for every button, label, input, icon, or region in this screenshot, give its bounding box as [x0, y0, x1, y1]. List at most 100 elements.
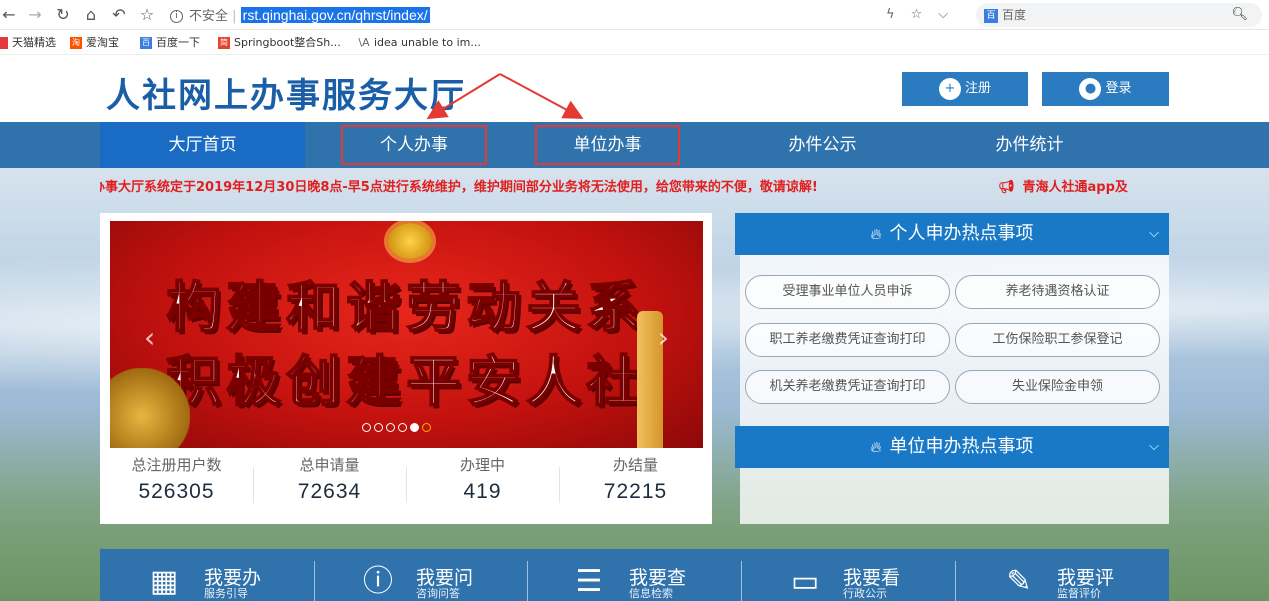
home-icon[interactable]: ⌂ [80, 4, 102, 26]
stat-total-applications: 总申请量 72634 [253, 453, 406, 513]
info-icon[interactable]: i [170, 10, 183, 23]
national-emblem-icon [388, 223, 432, 259]
nav-personal[interactable]: 个人办事 [341, 122, 487, 168]
search-input[interactable]: 百百度 🔍︎ [976, 3, 1262, 27]
baidu-icon: 百 [984, 8, 998, 23]
notice-text: 办事大厅系统定于2019年12月30日晚8点-早5点进行系统维护，维护期间部分业… [100, 180, 818, 195]
stat-label: 办理中 [459, 456, 505, 474]
reload-icon[interactable]: ↻ [52, 4, 74, 26]
csdn-icon: 简 [218, 37, 230, 49]
unit-hot-title: 单位申办热点事项 [889, 436, 1034, 457]
main-nav: 大厅首页 个人办事 单位办事 办件公示 办件统计 [0, 122, 1269, 168]
stat-value: 526305 [138, 480, 215, 503]
nav-statistics[interactable]: 办件统计 [927, 122, 1132, 168]
register-button[interactable]: + 注册 [902, 72, 1028, 106]
banner-carousel[interactable]: 构建和谐劳动关系 积极创建平安人社 ‹ › [110, 221, 703, 448]
site-title[interactable]: 人社网上办事服务大厅 [106, 68, 466, 117]
stat-label: 总注册用户数 [131, 456, 222, 474]
monitor-icon: ▭ [790, 564, 820, 599]
service-title: 我要问 [416, 567, 474, 589]
edit-icon: ✎ [1006, 564, 1032, 599]
nav-label: 办件统计 [995, 135, 1064, 155]
service-title: 我要看 [843, 567, 901, 589]
idea-icon: \A [358, 36, 370, 49]
fire-icon: 🔥︎ [870, 225, 882, 243]
chevron-down-icon[interactable]: ⌵ [1149, 213, 1159, 255]
service-title: 我要评 [1057, 567, 1115, 589]
unit-hot-list [740, 468, 1169, 524]
bookmark-label: Springboot整合Sh... [234, 36, 341, 49]
hot-item[interactable]: 受理事业单位人员申诉 [745, 275, 950, 309]
service-subtitle: 咨询问答 [416, 587, 460, 600]
carousel-dot[interactable] [422, 423, 431, 432]
question-icon: ⓘ [363, 564, 393, 599]
bookmark-item[interactable]: \A idea unable to im... [358, 31, 481, 55]
notice-second-text: 青海人社通app及 [1022, 180, 1128, 195]
hot-item[interactable]: 机关养老缴费凭证查询打印 [745, 370, 950, 404]
carousel-dot-active[interactable] [410, 423, 419, 432]
favorite-star-icon[interactable]: ☆ [911, 4, 923, 26]
hot-item[interactable]: 工伤保险职工参保登记 [955, 323, 1160, 357]
bookmark-label: 爱淘宝 [86, 36, 119, 49]
user-icon: ● [1079, 77, 1102, 100]
nav-label: 大厅首页 [168, 135, 237, 155]
calendar-icon: ▦ [149, 564, 179, 599]
chevron-down-icon[interactable]: ⌵ [1149, 426, 1159, 468]
service-handle[interactable]: ▦ 我要办 服务引导 [100, 549, 314, 601]
chevron-down-icon[interactable]: ⌵ [938, 4, 948, 26]
add-user-icon: + [938, 77, 961, 100]
stat-in-progress: 办理中 419 [406, 453, 559, 513]
personal-hot-header[interactable]: 🔥︎ 个人申办热点事项 ⌵ [735, 213, 1169, 255]
hot-item[interactable]: 养老待遇资格认证 [955, 275, 1160, 309]
service-subtitle: 监督评价 [1057, 587, 1101, 600]
toolbar-tools: ϟ ☆ ⌵ [886, 4, 964, 26]
carousel-dot[interactable] [374, 423, 383, 432]
login-label: 登录 [1105, 81, 1132, 96]
search-engine-label: 百度 [1002, 8, 1027, 22]
carousel-dot[interactable] [398, 423, 407, 432]
carousel-dot[interactable] [386, 423, 395, 432]
carousel-next-icon[interactable]: › [658, 321, 669, 354]
hot-item[interactable]: 职工养老缴费凭证查询打印 [745, 323, 950, 357]
bookmark-item[interactable]: 天猫精选 [0, 31, 56, 55]
service-evaluate[interactable]: ✎ 我要评 监督评价 [955, 549, 1169, 601]
site-header: 人社网上办事服务大厅 + 注册 ● 登录 [0, 56, 1269, 122]
unit-hot-header[interactable]: 🔥︎ 单位申办热点事项 ⌵ [735, 426, 1169, 468]
url-text[interactable]: rst.qinghai.gov.cn/qhrst/index/ [240, 7, 430, 23]
taobao-icon: 淘 [70, 37, 82, 49]
carousel-prev-icon[interactable]: ‹ [144, 321, 155, 354]
bookmark-label: idea unable to im... [374, 36, 481, 49]
nav-publicity[interactable]: 办件公示 [720, 122, 925, 168]
service-title: 我要办 [204, 567, 262, 589]
tmall-icon [0, 37, 8, 49]
carousel-dot[interactable] [362, 423, 371, 432]
service-query[interactable]: ☰ 我要查 信息检索 [527, 549, 741, 601]
service-ask[interactable]: ⓘ 我要问 咨询问答 [314, 549, 527, 601]
nav-home[interactable]: 大厅首页 [100, 122, 305, 168]
security-label: 不安全 [189, 9, 229, 24]
service-view[interactable]: ▭ 我要看 行政公示 [741, 549, 955, 601]
search-icon[interactable]: 🔍︎ [1231, 3, 1248, 27]
hot-item[interactable]: 失业保险金申领 [955, 370, 1160, 404]
bookmark-item[interactable]: 百百度一下 [140, 31, 200, 55]
bookmark-star-icon[interactable]: ☆ [136, 4, 158, 26]
history-back-icon[interactable]: ↶ [108, 4, 130, 26]
bookmark-label: 百度一下 [156, 36, 200, 49]
stat-value: 419 [463, 480, 502, 503]
bookmark-item[interactable]: 简 Springboot整合Sh... [218, 31, 341, 55]
nav-unit[interactable]: 单位办事 [535, 122, 680, 168]
forward-icon[interactable]: → [24, 4, 46, 26]
lightning-icon[interactable]: ϟ [886, 4, 895, 26]
notice-marquee[interactable]: 办事大厅系统定于2019年12月30日晚8点-早5点进行系统维护，维护期间部分业… [100, 178, 1170, 198]
baidu-icon: 百 [140, 37, 152, 49]
bookmark-item[interactable]: 淘爱淘宝 [70, 31, 119, 55]
login-button[interactable]: ● 登录 [1042, 72, 1169, 106]
browser-toolbar: ← → ↻ ⌂ ↶ ☆ i 不安全 | rst.qinghai.gov.cn/qh… [0, 0, 1269, 30]
stat-registered-users: 总注册用户数 526305 [100, 453, 253, 513]
address-bar[interactable]: i 不安全 | rst.qinghai.gov.cn/qhrst/index/ [170, 4, 970, 26]
stat-completed: 办结量 72215 [559, 453, 712, 513]
horn-icon: 📢︎ [998, 180, 1015, 195]
back-icon[interactable]: ← [0, 4, 20, 26]
lion-statue-image [110, 368, 190, 448]
service-title: 我要查 [629, 567, 687, 589]
